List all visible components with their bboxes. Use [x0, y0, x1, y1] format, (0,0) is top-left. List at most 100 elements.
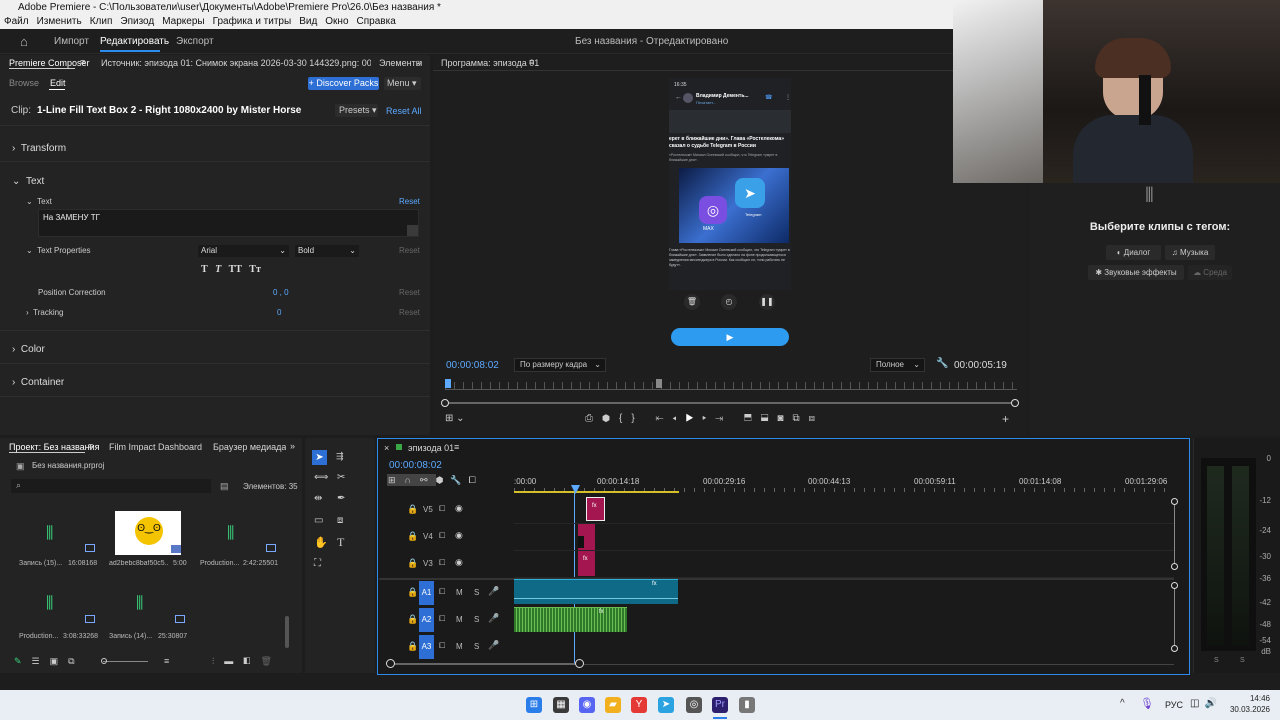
scroll-handle[interactable] — [1171, 563, 1178, 570]
zoom-slider[interactable] — [103, 661, 148, 662]
panel-menu-icon[interactable]: ≡ — [454, 442, 459, 452]
track-label[interactable]: A3 — [419, 635, 434, 659]
work-area-bar[interactable] — [514, 491, 679, 493]
add-button-icon[interactable]: + — [1002, 412, 1009, 426]
send-play-button[interactable]: ▶ — [671, 328, 789, 346]
step-back-icon[interactable]: ◂ — [672, 413, 685, 424]
tracking-reset[interactable]: Reset — [399, 308, 420, 317]
zoom-slider-handle[interactable] — [101, 658, 107, 664]
scroll-handle-right[interactable] — [1011, 399, 1019, 407]
sync-lock-icon[interactable]: ⧠ — [439, 504, 445, 514]
pause-icon[interactable]: ❚❚ — [759, 294, 775, 310]
razor-tool-icon[interactable]: ✂ — [337, 472, 345, 483]
video-scrollbar[interactable] — [1174, 501, 1175, 569]
track-label[interactable]: V3 — [423, 559, 433, 568]
compare-icon[interactable]: ⧉ — [792, 413, 808, 424]
text-properties[interactable]: ⌄ Text Properties — [26, 246, 91, 255]
list-view-icon[interactable]: ☰ — [32, 656, 50, 666]
video-clip-v4[interactable] — [578, 524, 595, 550]
text-property[interactable]: ⌄ Text — [26, 197, 52, 206]
calculator-icon[interactable]: ▦ — [553, 697, 569, 713]
mute-button[interactable]: M — [456, 615, 463, 624]
font-weight-select[interactable]: Bold ⌄ — [295, 245, 359, 257]
lock-icon[interactable]: 🔒 — [407, 587, 418, 598]
eye-icon[interactable]: ◉ — [455, 530, 463, 541]
obs-icon[interactable]: ◎ — [686, 697, 702, 713]
project-item[interactable]: ⫼ — [109, 587, 187, 632]
export-frame-icon[interactable]: ⎙ — [585, 413, 602, 424]
timeline-horizontal-scrollbar[interactable] — [390, 663, 580, 665]
program-current-timecode[interactable]: 00:00:08:02 — [446, 360, 499, 371]
fit-select[interactable]: По размеру кадра ⌄ — [514, 358, 606, 372]
settings-wrench-icon[interactable]: 🔧 — [450, 475, 468, 485]
bin-icon[interactable]: ▤ — [220, 481, 229, 492]
in-marker[interactable] — [656, 379, 662, 388]
microphone-icon[interactable]: 🎤 — [488, 640, 499, 651]
trash-icon[interactable]: 🗑 — [684, 294, 700, 310]
go-to-in-icon[interactable]: ⇤ — [655, 413, 672, 424]
container-section[interactable]: › Container — [12, 377, 64, 388]
menu-item[interactable]: Клип — [90, 16, 113, 27]
text-input[interactable]: На ЗАМЕНУ ТГ — [38, 209, 419, 237]
menu-item[interactable]: Графика и титры — [213, 16, 292, 27]
telegram-icon[interactable]: ➤ — [658, 697, 674, 713]
search-input[interactable]: ⌕ — [11, 479, 211, 493]
color-section[interactable]: › Color — [12, 344, 45, 355]
freeform-view-icon[interactable]: ⧉ — [68, 656, 84, 666]
tab-export[interactable]: Экспорт — [176, 36, 214, 47]
tab-project[interactable]: Проект: Без названия — [9, 442, 100, 452]
program-time-ruler[interactable] — [445, 382, 1017, 390]
text-section[interactable]: ⌄ Text — [12, 176, 44, 187]
file-explorer-icon[interactable]: ▰ — [605, 697, 621, 713]
solo-button[interactable]: S — [474, 642, 479, 651]
microphone-icon[interactable]: 🎤 — [488, 586, 499, 597]
menu-item[interactable]: Изменить — [37, 16, 82, 27]
tag-music-button[interactable]: ♫ Музыка — [1165, 245, 1215, 260]
nest-icon[interactable]: ⊞ — [387, 474, 404, 486]
menu-item[interactable]: Вид — [299, 16, 317, 27]
sync-lock-icon[interactable]: ⧠ — [439, 641, 445, 651]
discord-icon[interactable]: ◉ — [579, 697, 595, 713]
transform-section[interactable]: › Transform — [12, 143, 66, 154]
panel-menu-icon[interactable]: ≡ — [529, 57, 534, 67]
track-label[interactable]: A2 — [419, 608, 434, 632]
style-italic-button[interactable]: T — [215, 264, 221, 275]
tracking-property[interactable]: › Tracking — [26, 308, 64, 317]
mute-button[interactable]: M — [456, 642, 463, 651]
lock-icon[interactable]: 🔒 — [407, 558, 418, 569]
position-correction-value[interactable]: 0 , 0 — [273, 288, 289, 297]
scroll-handle-left[interactable] — [441, 399, 449, 407]
project-item[interactable]: ⫼ — [200, 511, 278, 556]
menu-item[interactable]: Окно — [325, 16, 348, 27]
position-reset[interactable]: Reset — [399, 288, 420, 297]
reframe-tool-icon[interactable]: ⛶ — [314, 558, 321, 569]
yandex-browser-icon[interactable]: Y — [631, 697, 647, 713]
tab-film-impact[interactable]: Film Impact Dashboard — [109, 442, 202, 452]
settings-grid-icon[interactable]: ⊞ ⌄ — [445, 413, 465, 424]
sync-lock-icon[interactable]: ⧠ — [439, 587, 445, 597]
trash-icon[interactable]: 🗑 — [260, 656, 281, 666]
tag-sfx-button[interactable]: ✱ Звуковые эффекты — [1088, 265, 1184, 280]
menu-item[interactable]: Справка — [357, 16, 396, 27]
scroll-handle-left[interactable] — [386, 659, 395, 668]
style-bold-button[interactable]: T — [201, 264, 208, 275]
text-properties-reset[interactable]: Reset — [399, 246, 420, 255]
proxy-icon[interactable]: ⧈ — [809, 413, 824, 424]
project-item[interactable]: ⫼ — [19, 511, 97, 556]
wrench-icon[interactable]: 🔧 — [936, 358, 948, 369]
lock-icon[interactable]: 🔒 — [407, 531, 418, 542]
premiere-pro-icon[interactable]: Pr — [712, 697, 728, 713]
track-label[interactable]: A1 — [419, 581, 434, 605]
solo-button[interactable]: S — [474, 588, 479, 597]
solo-button[interactable]: S — [474, 615, 479, 624]
tab-import[interactable]: Импорт — [54, 36, 89, 47]
microphone-icon[interactable]: 🎤 — [488, 613, 499, 624]
audio-clip-a1[interactable]: fx — [514, 579, 678, 604]
audio-clip-a2[interactable]: fx — [514, 607, 627, 632]
project-scrollbar[interactable] — [285, 616, 289, 648]
lock-icon[interactable]: 🔒 — [407, 504, 418, 515]
camera-icon[interactable]: ◙ — [777, 413, 792, 424]
lock-icon[interactable]: 🔒 — [407, 641, 418, 652]
sync-lock-icon[interactable]: ⧠ — [439, 531, 445, 541]
panel-menu-icon[interactable]: ≡ — [88, 441, 93, 451]
